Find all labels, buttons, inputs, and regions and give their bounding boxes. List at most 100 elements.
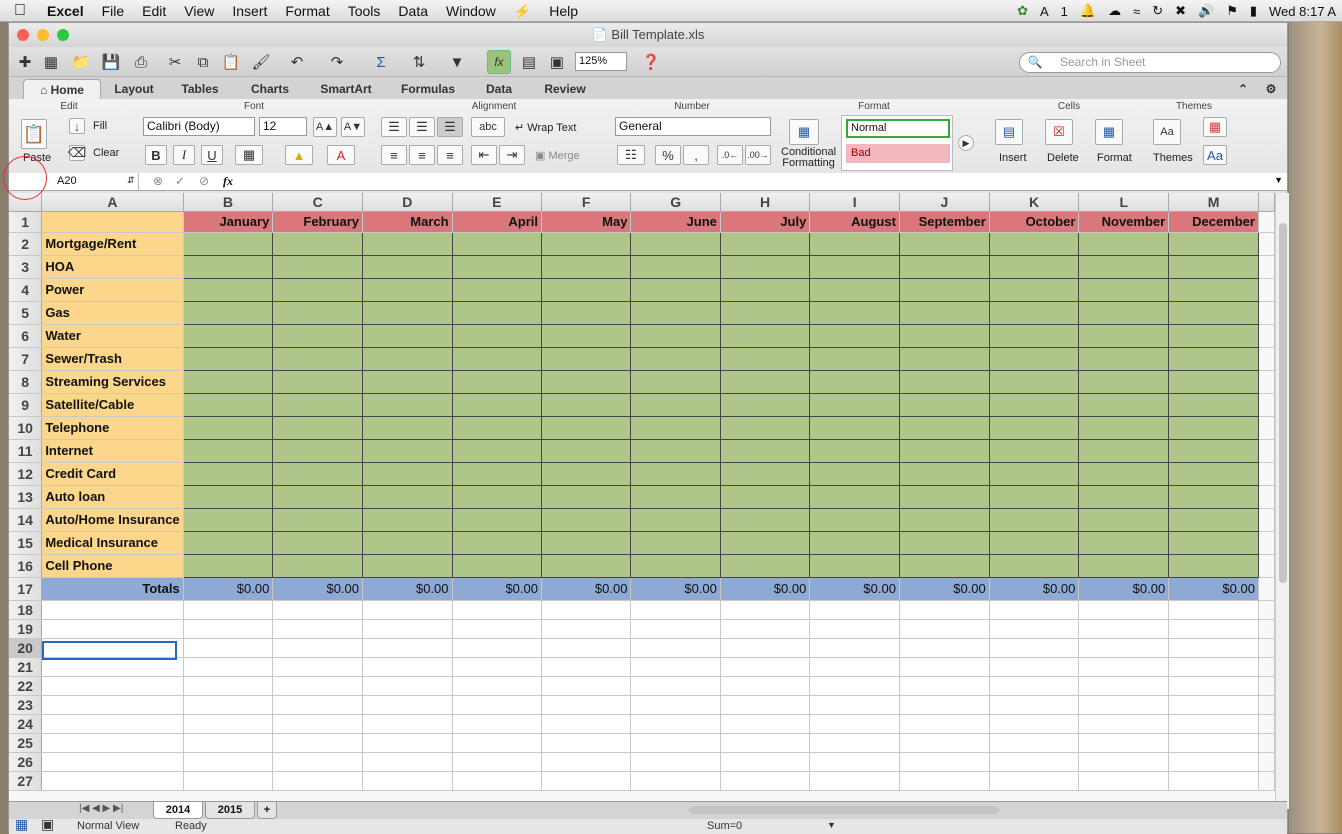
time-machine-icon[interactable]: ↻ bbox=[1146, 3, 1169, 19]
cell[interactable] bbox=[720, 554, 811, 578]
cell[interactable] bbox=[272, 255, 364, 279]
cell[interactable] bbox=[1078, 416, 1170, 440]
column-header-c[interactable]: C bbox=[272, 193, 364, 212]
clear-button[interactable]: Clear bbox=[93, 147, 119, 159]
cell[interactable] bbox=[183, 370, 274, 394]
tab-home[interactable]: ⌂ Home bbox=[23, 79, 101, 99]
cell[interactable] bbox=[989, 278, 1080, 302]
add-sheet-button[interactable]: + bbox=[257, 802, 277, 819]
cell[interactable] bbox=[183, 771, 274, 791]
cell[interactable] bbox=[809, 255, 900, 279]
cell[interactable] bbox=[272, 508, 364, 532]
zoom-select[interactable]: 125% bbox=[575, 52, 627, 71]
collapse-ribbon-icon[interactable]: ⌃ bbox=[1235, 79, 1251, 99]
row-header[interactable]: 4 bbox=[9, 278, 43, 302]
cell[interactable] bbox=[1168, 619, 1259, 639]
tab-smartart[interactable]: SmartArt bbox=[311, 79, 381, 99]
cell[interactable] bbox=[899, 714, 990, 734]
cell[interactable] bbox=[452, 554, 542, 578]
cell[interactable] bbox=[452, 393, 542, 417]
cell[interactable] bbox=[541, 370, 632, 394]
cell[interactable] bbox=[362, 638, 453, 658]
cell[interactable] bbox=[41, 619, 184, 639]
cell[interactable] bbox=[809, 657, 900, 677]
flag-icon[interactable]: ⚑ bbox=[1220, 3, 1244, 19]
cell[interactable] bbox=[452, 638, 542, 658]
cell[interactable] bbox=[809, 232, 900, 256]
cell[interactable] bbox=[720, 695, 811, 715]
cell[interactable] bbox=[1078, 462, 1170, 486]
sheet-nav-icon[interactable]: |◀ ◀ ▶ ▶| bbox=[79, 803, 123, 814]
cell[interactable] bbox=[1168, 508, 1259, 532]
cell[interactable] bbox=[362, 324, 453, 348]
month-header[interactable]: August bbox=[809, 211, 900, 233]
total-value[interactable]: $0.00 bbox=[809, 577, 900, 601]
format-painter-icon[interactable]: 🖌 bbox=[249, 50, 273, 74]
cell[interactable] bbox=[272, 600, 364, 620]
cell[interactable] bbox=[1078, 554, 1170, 578]
cell[interactable] bbox=[272, 554, 364, 578]
cell[interactable] bbox=[541, 600, 632, 620]
cell[interactable] bbox=[1078, 278, 1170, 302]
bill-label[interactable]: Streaming Services bbox=[41, 370, 184, 394]
italic-icon[interactable]: I bbox=[173, 145, 195, 165]
cell[interactable] bbox=[809, 324, 900, 348]
cell[interactable] bbox=[541, 554, 632, 578]
cell[interactable] bbox=[720, 771, 811, 791]
total-value[interactable]: $0.00 bbox=[272, 577, 364, 601]
cell[interactable] bbox=[362, 714, 453, 734]
cell[interactable] bbox=[1078, 439, 1170, 463]
cell[interactable] bbox=[541, 619, 632, 639]
cell[interactable] bbox=[183, 347, 274, 371]
menu-edit[interactable]: Edit bbox=[133, 0, 175, 22]
decrease-indent-icon[interactable]: ⇤ bbox=[471, 145, 497, 165]
month-header[interactable]: March bbox=[362, 211, 453, 233]
cell[interactable] bbox=[1078, 619, 1170, 639]
cell[interactable] bbox=[1078, 232, 1170, 256]
column-header-k[interactable]: K bbox=[989, 193, 1080, 212]
cell[interactable] bbox=[630, 771, 721, 791]
delete-button[interactable]: Delete bbox=[1047, 152, 1079, 164]
cell[interactable] bbox=[362, 619, 453, 639]
month-header[interactable]: July bbox=[720, 211, 811, 233]
merge-button[interactable]: ▣ Merge bbox=[535, 149, 580, 162]
menu-clock[interactable]: Wed 8:17 A bbox=[1263, 4, 1342, 19]
cancel-icon[interactable]: ⊗ bbox=[153, 174, 163, 188]
align-left-icon[interactable]: ≡ bbox=[381, 145, 407, 165]
cell[interactable] bbox=[630, 554, 721, 578]
cell[interactable] bbox=[630, 676, 721, 696]
cell[interactable] bbox=[630, 695, 721, 715]
month-header[interactable]: October bbox=[989, 211, 1080, 233]
cell[interactable] bbox=[1168, 232, 1259, 256]
cell[interactable] bbox=[630, 657, 721, 677]
cell[interactable] bbox=[1168, 638, 1259, 658]
cell[interactable] bbox=[1168, 752, 1259, 772]
cell[interactable] bbox=[41, 600, 184, 620]
cell[interactable] bbox=[362, 462, 453, 486]
column-header-d[interactable]: D bbox=[362, 193, 453, 212]
cell[interactable] bbox=[541, 733, 632, 753]
cell[interactable] bbox=[362, 508, 453, 532]
cell[interactable] bbox=[809, 676, 900, 696]
cell[interactable] bbox=[899, 439, 990, 463]
cell[interactable] bbox=[1168, 733, 1259, 753]
cell[interactable] bbox=[899, 508, 990, 532]
formula-input[interactable] bbox=[243, 174, 1273, 190]
cell[interactable] bbox=[362, 347, 453, 371]
row-header[interactable]: 26 bbox=[9, 752, 43, 772]
cell[interactable] bbox=[272, 695, 364, 715]
creative-cloud-icon[interactable]: ☁ bbox=[1102, 3, 1127, 19]
row-header[interactable]: 9 bbox=[9, 393, 43, 417]
cell[interactable] bbox=[899, 393, 990, 417]
adobe-icon[interactable]: A bbox=[1034, 4, 1055, 19]
cell[interactable] bbox=[720, 255, 811, 279]
cell[interactable] bbox=[630, 485, 721, 509]
cell[interactable] bbox=[989, 416, 1080, 440]
row-header[interactable]: 11 bbox=[9, 439, 43, 463]
row-header[interactable]: 16 bbox=[9, 554, 43, 578]
cell[interactable] bbox=[720, 324, 811, 348]
cell[interactable] bbox=[809, 278, 900, 302]
sheet-tab-2015[interactable]: 2015 bbox=[205, 802, 255, 819]
cell[interactable] bbox=[41, 733, 184, 753]
cell[interactable] bbox=[452, 676, 542, 696]
